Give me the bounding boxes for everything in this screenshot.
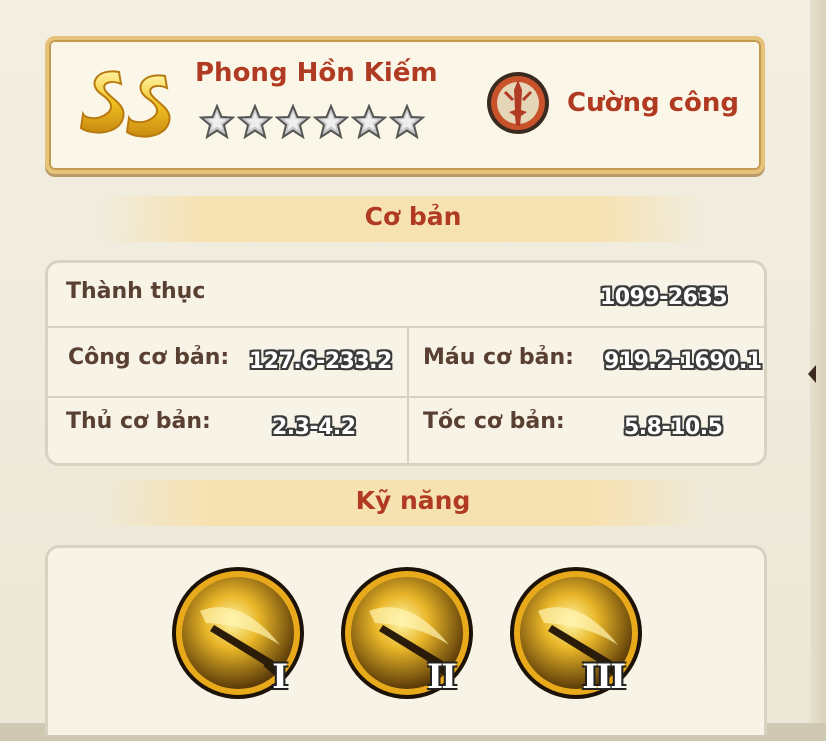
star-icon [275,104,311,140]
proficiency-label: Thành thục [66,279,206,304]
defense-label: Thủ cơ bản: [66,409,211,434]
star-rating [199,104,425,140]
divider [48,396,764,398]
hp-value: 919.2-1690.1 [604,349,762,374]
attack-label: Công cơ bản: [68,345,230,370]
divider [407,328,409,466]
proficiency-value: 1099-2635 [600,285,728,310]
star-icon [199,104,235,140]
skill-level-numeral: III [582,657,626,697]
speed-label: Tốc cơ bản: [423,409,565,434]
basic-stats-table: Thành thục 1099-2635 Công cơ bản: 127.6-… [45,260,767,466]
defense-value: 2.3-4.2 [272,415,356,440]
hp-label: Máu cơ bản: [423,345,574,370]
grade-ss-icon [79,70,171,138]
star-icon [237,104,273,140]
hero-name: Phong Hồn Kiếm [195,58,438,88]
skill-level-numeral: II [427,657,457,697]
star-icon [351,104,387,140]
hero-header-card: Phong Hồn Kiếm Cường công [45,36,765,174]
skill-3-button[interactable]: III [508,565,644,701]
skills-section-title: Kỹ năng [355,486,471,515]
star-icon [313,104,349,140]
skill-2-button[interactable]: II [339,565,475,701]
speed-value: 5.8-10.5 [624,415,723,440]
skill-1-button[interactable]: I [170,565,306,701]
star-icon [389,104,425,140]
skill-level-numeral: I [272,657,288,697]
divider [48,326,764,328]
collapse-arrow-icon[interactable] [808,365,816,383]
attack-value: 127.6-233.2 [249,349,392,374]
sword-class-icon [487,72,549,134]
hero-class-label: Cường công [567,88,740,118]
basic-section-title: Cơ bản [364,202,462,231]
